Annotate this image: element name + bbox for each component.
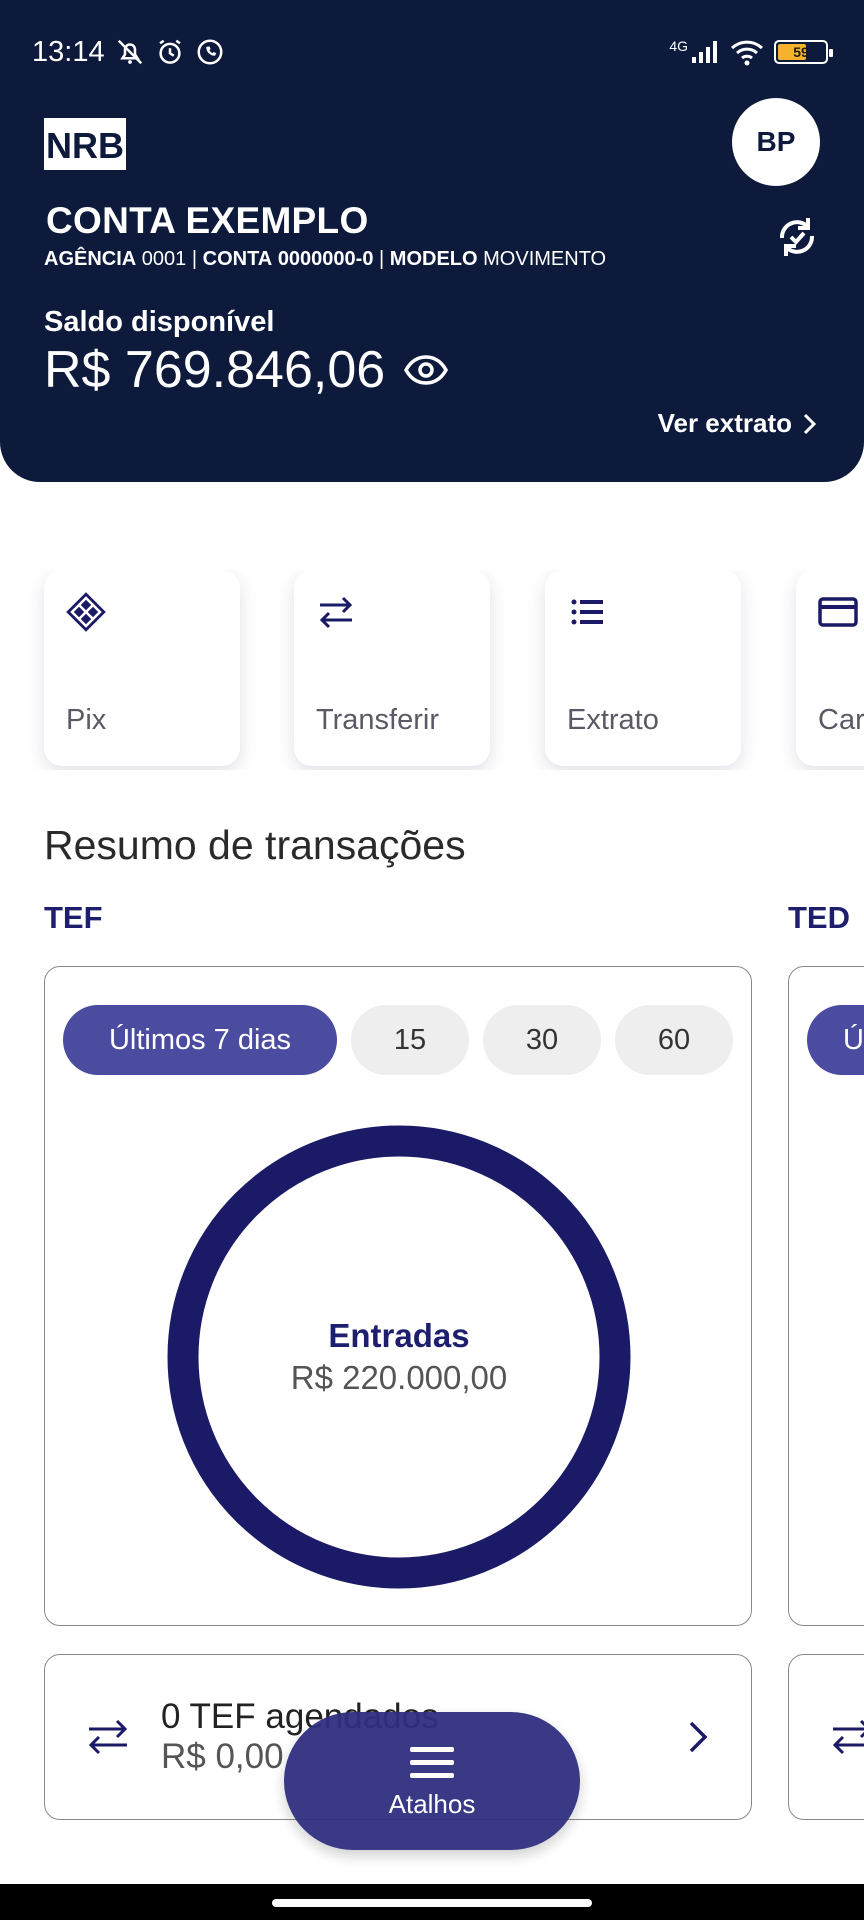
account-name: CONTA EXEMPLO [46,200,369,241]
action-label: Extrato [567,704,659,736]
menu-icon [410,1746,454,1778]
pix-icon [66,592,106,632]
list-icon [571,599,603,625]
chevron-right-icon [803,413,817,434]
agencia-value: 0001 [141,248,187,270]
alarm-icon [158,39,181,64]
scheduled-amount: R$ 0,00 [161,1737,284,1776]
battery-level: 59 [793,44,809,60]
statement-link-label: Ver extrato [657,408,792,438]
ted-summary-card: Úl [788,966,864,1626]
action-label: Pix [66,704,107,736]
donut-value: R$ 220.000,00 [290,1359,508,1396]
chevron-right-icon [689,1721,708,1753]
quick-actions: Pix Transferir Extrato Car [0,570,864,770]
account-header: 13:14 4G 59 NRB BP CONTA EXEMPLO AGÊNCIA… [0,0,864,482]
separator: | [191,248,198,270]
filter-chip[interactable]: 30 [483,1005,601,1075]
donut-chart: Entradas R$ 220.000,00 [167,1125,631,1589]
action-statement[interactable]: Extrato [545,570,741,766]
filter-chip[interactable]: 15 [351,1005,469,1075]
action-label: Transferir [316,704,439,736]
filter-chip[interactable]: Úl [807,1005,864,1075]
transfer-icon [832,1719,864,1755]
card-icon [818,597,858,627]
section-title: Resumo de transações [44,822,466,868]
signal-icon [692,41,717,63]
status-bar: 13:14 4G 59 [32,34,833,70]
period-filters: Últimos 7 dias 15 30 60 [63,1005,733,1075]
battery-icon: 59 [774,40,833,64]
tab-tef[interactable]: TEF [44,900,103,936]
page: 13:14 4G 59 NRB BP CONTA EXEMPLO AGÊNCIA… [0,0,864,1920]
action-cards[interactable]: Car [796,570,864,766]
conta-label: CONTA [202,248,273,270]
scheduled-ted-card[interactable] [788,1654,864,1820]
avatar[interactable]: BP [732,98,820,186]
balance-row: R$ 769.846,06 [44,340,449,400]
shortcuts-label: Atalhos [388,1788,476,1819]
transfer-icon [88,1719,128,1755]
filter-chip[interactable]: 60 [615,1005,733,1075]
modelo-label: MODELO [389,248,478,270]
shortcuts-button[interactable]: Atalhos [284,1712,580,1850]
modelo-value: MOVIMENTO [483,248,607,270]
home-indicator[interactable] [272,1899,592,1907]
conta-value: 0000000-0 [277,248,374,270]
action-transfer[interactable]: Transferir [294,570,490,766]
whatsapp-icon [197,39,223,65]
account-details: AGÊNCIA 0001 | CONTA 0000000-0 | MODELO … [44,248,606,271]
wifi-icon [730,40,764,66]
action-label: Car [818,704,864,736]
filter-chip[interactable]: Últimos 7 dias [63,1005,337,1075]
nrb-logo: NRB [44,118,126,170]
balance-label: Saldo disponível [44,306,275,338]
transfer-icon [319,596,353,629]
tab-ted[interactable]: TED [788,900,850,936]
separator: | [379,248,385,270]
balance-value: R$ 769.846,06 [44,341,386,399]
action-pix[interactable]: Pix [44,570,240,766]
switch-account-icon[interactable] [772,212,822,262]
statement-link[interactable]: Ver extrato [658,408,818,439]
tef-summary-card: Últimos 7 dias 15 30 60 Entradas R$ 220.… [44,966,752,1626]
svg-text:NRB: NRB [46,125,124,166]
agencia-label: AGÊNCIA [44,248,137,270]
muted-bell-icon [117,39,142,65]
status-time: 13:14 [32,35,105,68]
donut-title: Entradas [328,1317,470,1354]
eye-icon[interactable] [403,347,449,393]
network-type: 4G [669,38,688,54]
